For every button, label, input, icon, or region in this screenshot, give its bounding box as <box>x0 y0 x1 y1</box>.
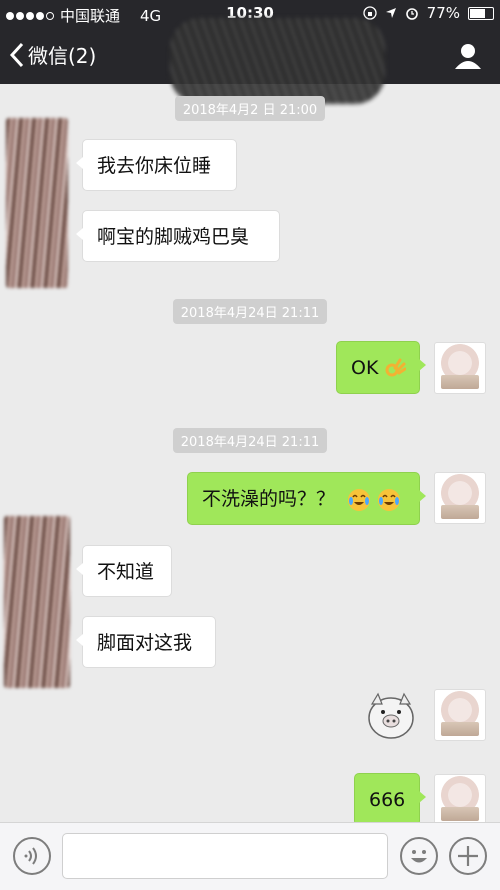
voice-button[interactable] <box>13 837 51 875</box>
voice-icon <box>24 847 37 865</box>
user-icon[interactable] <box>454 42 482 70</box>
pig-sticker[interactable] <box>364 688 418 742</box>
laughing-crying-emoji <box>378 488 401 511</box>
my-avatar[interactable] <box>434 689 486 741</box>
back-label: 微信(2) <box>28 44 97 68</box>
message-bubble: 不知道 <box>76 545 172 597</box>
contact-avatar[interactable] <box>6 118 68 288</box>
laughing-crying-emoji <box>348 488 371 511</box>
redaction-scribble <box>170 18 385 104</box>
message-input[interactable] <box>62 833 388 879</box>
message-bubble: 666 <box>354 773 426 826</box>
ok-hand-emoji <box>385 358 407 376</box>
back-chevron-icon <box>9 42 24 67</box>
timestamp: 2018年4月2 日 21:00 <box>0 96 500 121</box>
contact-avatar[interactable] <box>4 516 70 688</box>
emoji-button[interactable] <box>400 837 438 875</box>
lock-rotation-icon <box>363 6 377 20</box>
message-bubble: 脚面对这我 <box>76 616 216 668</box>
emoji-icon <box>411 850 427 863</box>
message-bubble: 不洗澡的吗？？ <box>187 472 426 525</box>
my-avatar[interactable] <box>434 774 486 826</box>
message-bubble: 啊宝的脚贼鸡巴臭 <box>76 210 280 262</box>
my-avatar[interactable] <box>434 342 486 394</box>
my-avatar[interactable] <box>434 472 486 524</box>
back-button[interactable]: 微信(2) <box>8 40 96 69</box>
timestamp: 2018年4月24日 21:11 <box>0 428 500 453</box>
timestamp: 2018年4月24日 21:11 <box>0 299 500 324</box>
status-icons: 77% <box>363 4 494 22</box>
input-bar <box>0 822 500 890</box>
plus-icon <box>458 846 478 866</box>
alarm-icon <box>405 8 418 20</box>
location-arrow-icon <box>385 8 396 18</box>
message-bubble: OK <box>336 341 426 394</box>
battery-icon <box>468 6 494 20</box>
plus-button[interactable] <box>449 837 487 875</box>
message-bubble: 我去你床位睡 <box>76 139 237 191</box>
battery-percent: 77% <box>426 4 460 22</box>
